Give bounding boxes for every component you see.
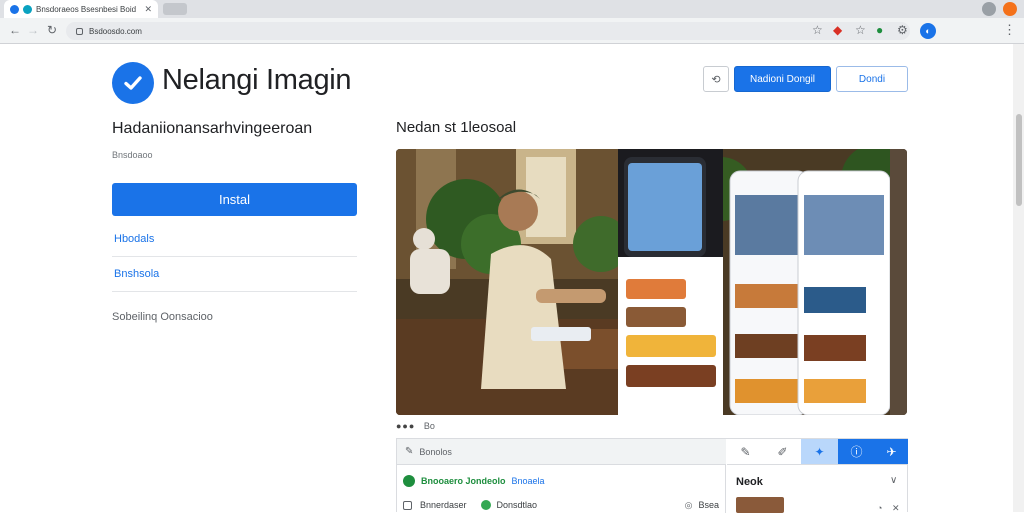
page-scrollbar[interactable] [1013,44,1024,512]
list-item-label: Bnooaero Jondeolo [421,476,506,486]
tab-favicon-icon [10,4,19,14]
hero-caption: ●●● Bo [396,421,435,431]
extension-icon[interactable] [982,2,996,16]
panel-tools: ✎ ✐ ✦ ⓘ ✈ Neok ∨ ◔ ✕ [727,439,908,513]
panel-right-label: Neok [736,476,763,488]
list-item-right: Bsea [698,500,719,510]
scrollbar-thumb[interactable] [1016,114,1022,206]
list-item-tag: Donsdtlao [496,500,538,510]
panel-header: ✎ Bonolos [397,439,726,465]
address-bar[interactable]: Bsdoosdo.com [66,22,910,40]
more-icon[interactable]: ✕ [892,503,900,514]
sidebar-link-details[interactable]: Hbodals [114,233,154,245]
extension-green-icon[interactable]: ● [876,24,883,36]
edit-icon: ✎ [405,446,414,457]
section-title: Nedan st 1leosoal [396,119,517,136]
divider [112,256,357,257]
list-item[interactable]: Bnnerdaser Donsdtlao ◎ Bsea [403,495,719,515]
comment-icon[interactable]: ✎ [727,439,764,465]
install-button[interactable]: Instal [112,183,357,216]
tab-site-icon [23,4,32,14]
divider [112,291,357,292]
edit-tool-icon[interactable]: ✐ [764,439,801,465]
primary-action-button[interactable]: Nadioni Dongil [734,66,831,92]
extension-red-icon[interactable]: ◆ [833,24,842,36]
app-title: Nelangi Imagin [162,64,352,96]
avatar [403,475,415,487]
secondary-action-button[interactable]: Dondi [836,66,908,92]
list-item-tag[interactable]: Bnoaela [512,476,545,486]
hero-screenshot-image[interactable] [396,149,907,415]
checkmark-circle-icon [112,62,154,104]
share-button[interactable]: ⟲ [703,66,729,92]
star-icon[interactable]: ☆ [855,24,866,36]
app-subtitle: Hadaniionansarhvingeeroan [112,120,313,137]
tab-bar: Bnsdoraeos Bsesnbesi Boid ✕ [0,0,1024,18]
browser-toolbar: ← → ↻ Bsdoosdo.com ☆ ◆ ☆ ● ⚙ ◐ ⋮ [0,18,1024,44]
toggle-icon[interactable]: ◎ [685,500,693,511]
browser-menu-icon[interactable]: ⋮ [1003,22,1016,38]
chevron-down-icon[interactable]: ∨ [890,475,897,486]
tab-title: Bnsdoraeos Bsesnbesi Boid [36,4,137,14]
sidebar-link-support[interactable]: Bnshsola [114,268,159,280]
new-tab-button[interactable] [163,3,187,15]
lock-icon [76,27,83,35]
panel-header-label: Bonolos [419,446,452,457]
profile-avatar[interactable]: ◐ [920,23,936,39]
tab-close-icon[interactable]: ✕ [144,4,152,15]
twitter-icon[interactable]: ✈ [875,439,908,465]
share-icon: ⟲ [711,73,721,86]
profile-badge-icon[interactable] [1003,2,1017,16]
address-text: Bsdoosdo.com [89,26,142,36]
thumbnail-image[interactable] [736,497,784,513]
info-icon[interactable]: ⓘ [838,439,875,465]
pin-icon[interactable]: ✦ [801,439,838,465]
row-checkbox[interactable] [403,500,412,510]
bookmark-star-icon[interactable]: ☆ [812,24,823,36]
hero-illustration [396,149,907,415]
reload-icon[interactable]: ↻ [47,23,57,37]
status-icon [480,500,491,510]
caption-text: Bo [423,421,435,431]
app-meta: Bnsdoaoo [112,150,153,160]
list-item-label: Bnnerdaser [420,500,467,510]
details-panel: ✎ Bonolos Bnooaero Jondeolo Bnoaela Bnne… [396,438,908,513]
sidebar-info-text: Sobeilinq Oonsacioo [112,311,213,323]
back-icon[interactable]: ← [9,23,21,37]
browser-tab[interactable]: Bnsdoraeos Bsesnbesi Boid ✕ [4,0,158,18]
carousel-dots[interactable]: ●●● [396,421,415,431]
extensions-puzzle-icon[interactable]: ⚙ [897,24,908,36]
list-item[interactable]: Bnooaero Jondeolo Bnoaela [403,471,719,491]
forward-icon[interactable]: → [27,23,39,37]
panel-list: ✎ Bonolos Bnooaero Jondeolo Bnoaela Bnne… [397,439,726,513]
